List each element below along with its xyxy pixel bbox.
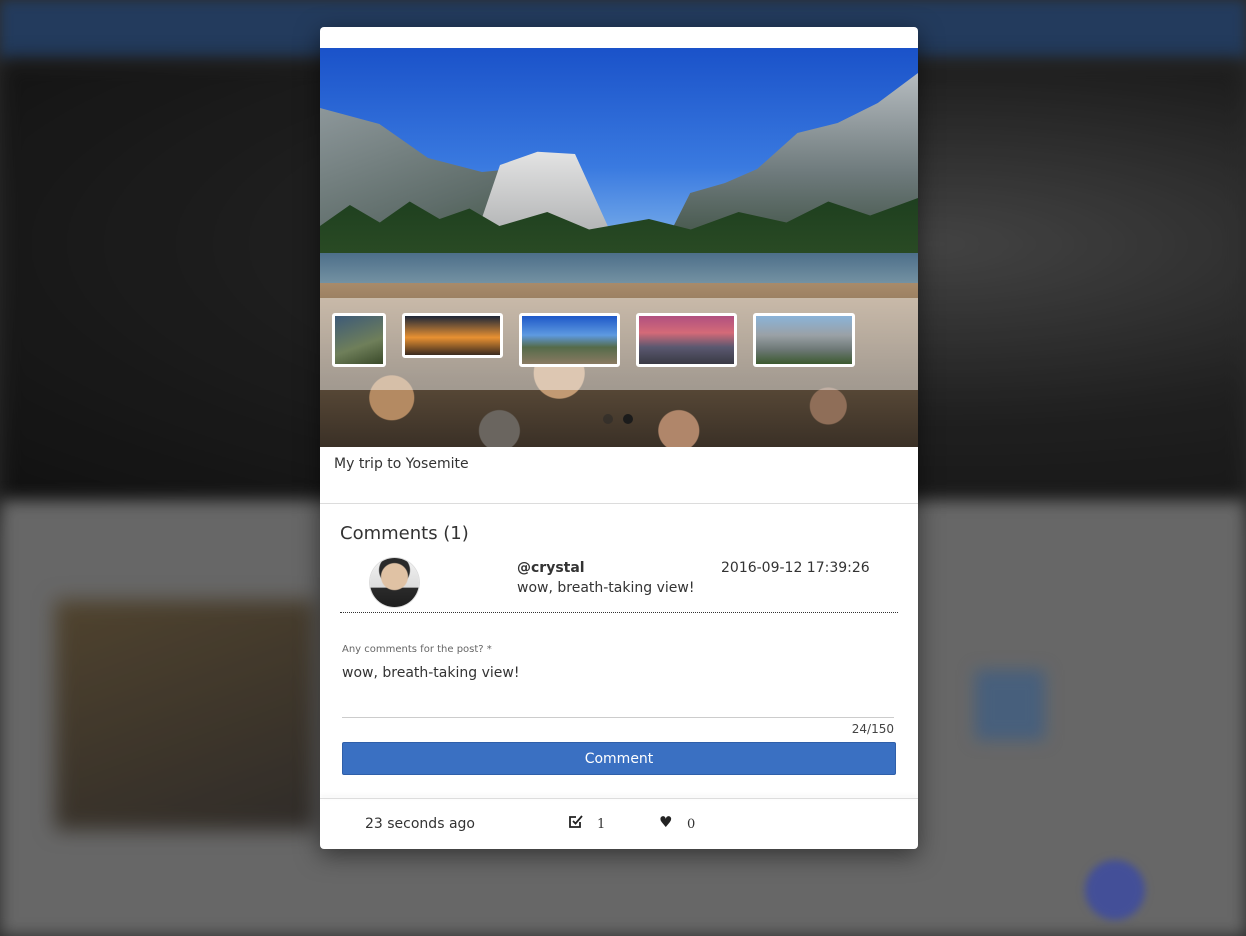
pagination-dot-active[interactable] <box>623 414 633 424</box>
footer-divider <box>320 798 918 799</box>
thumbnail-3[interactable] <box>519 313 620 367</box>
comment-field-label: Any comments for the post? * <box>342 644 492 655</box>
comment-button[interactable]: Comment <box>342 742 896 775</box>
like-count: 0 <box>687 817 696 832</box>
edit-square-icon[interactable] <box>568 814 583 829</box>
post-dialog: My trip to Yosemite Comments (1) @crysta… <box>320 27 918 849</box>
pagination-dot[interactable] <box>603 414 613 424</box>
heart-icon[interactable]: ♥ <box>659 813 672 831</box>
comment-input[interactable] <box>342 665 894 718</box>
gallery-pagination <box>603 414 633 424</box>
thumbnail-1[interactable] <box>332 313 386 367</box>
thumbnail-strip <box>320 298 918 390</box>
post-time-ago: 23 seconds ago <box>365 816 475 832</box>
avatar <box>370 558 419 607</box>
thumbnail-4[interactable] <box>636 313 737 367</box>
edit-count: 1 <box>597 817 606 832</box>
comment-text: wow, breath-taking view! <box>517 580 695 596</box>
thumbnail-2[interactable] <box>402 313 503 358</box>
post-caption: My trip to Yosemite <box>334 456 469 472</box>
gallery-main-image <box>320 48 918 447</box>
comment-timestamp: 2016-09-12 17:39:26 <box>721 560 870 576</box>
character-counter: 24/150 <box>851 722 894 736</box>
comment-username[interactable]: @crystal <box>517 560 585 576</box>
comment-divider <box>340 612 898 613</box>
divider <box>320 503 918 504</box>
thumbnail-5[interactable] <box>753 313 855 367</box>
comments-heading: Comments (1) <box>340 523 469 544</box>
